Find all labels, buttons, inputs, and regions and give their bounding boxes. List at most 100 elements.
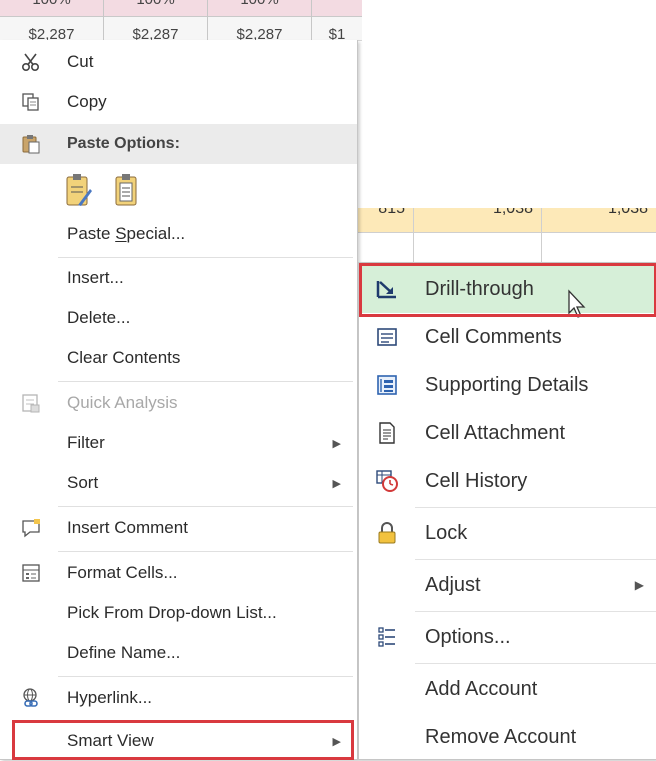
menu-item-delete[interactable]: Delete... <box>0 298 357 338</box>
sheet-cell[interactable]: $1 <box>312 0 362 40</box>
menu-item-insert-comment[interactable]: Insert Comment <box>0 508 357 548</box>
menu-item-label: Pick From Drop-down List... <box>67 603 277 622</box>
copy-icon <box>20 91 42 113</box>
menu-item-cut[interactable]: Cut <box>0 42 357 82</box>
menu-item-adjust[interactable]: Adjust ▶ <box>359 561 656 609</box>
drill-through-icon <box>375 277 399 301</box>
menu-item-format-cells[interactable]: Format Cells... <box>0 553 357 593</box>
menu-separator <box>415 663 656 664</box>
menu-item-cell-comments[interactable]: Cell Comments <box>359 313 656 361</box>
menu-item-label: Cell Attachment <box>425 421 566 444</box>
menu-item-label: Insert Comment <box>67 518 188 537</box>
scissors-icon <box>20 51 42 73</box>
menu-item-label: Lock <box>425 521 468 544</box>
cell-value: 1,038 <box>607 208 648 217</box>
format-cells-icon <box>20 562 42 584</box>
attachment-document-icon <box>375 421 399 445</box>
cell-value: 815 <box>378 208 405 217</box>
menu-item-label: Cell History <box>425 469 528 492</box>
menu-item-label: Quick Analysis <box>67 393 178 412</box>
cell-history-icon <box>375 469 399 493</box>
options-list-icon <box>375 625 399 649</box>
menu-item-insert[interactable]: Insert... <box>0 258 357 298</box>
menu-separator <box>58 551 353 552</box>
sheet-cell[interactable]: 1,038 <box>542 208 656 264</box>
menu-item-hyperlink[interactable]: Hyperlink... <box>0 678 357 718</box>
menu-item-clear-contents[interactable]: Clear Contents <box>0 338 357 378</box>
menu-item-options[interactable]: Options... <box>359 613 656 661</box>
menu-item-label: Paste Special... <box>67 224 186 243</box>
submenu-arrow-icon: ▶ <box>332 477 341 490</box>
cell-value: $2,287 <box>28 26 75 41</box>
hyperlink-icon <box>20 687 42 709</box>
menu-item-drill-through[interactable]: Drill-through <box>359 265 656 318</box>
menu-item-label: Options... <box>425 625 511 648</box>
sheet-cell[interactable]: 100% $2,287 <box>104 0 208 40</box>
menu-item-label: Remove Account <box>425 725 577 748</box>
menu-item-label: Adjust <box>425 573 481 596</box>
menu-item-sort[interactable]: Sort ▶ <box>0 463 357 503</box>
lock-icon <box>375 521 399 545</box>
menu-separator <box>415 507 656 508</box>
menu-item-paste-special[interactable]: Paste Special... <box>0 214 357 254</box>
sheet-cell[interactable]: 100% $2,287 <box>0 0 104 40</box>
menu-separator <box>415 611 656 612</box>
sheet-cell[interactable]: 815 <box>358 208 414 264</box>
menu-item-label: Insert... <box>67 268 124 287</box>
menu-item-label: Clear Contents <box>67 348 181 367</box>
menu-item-define-name[interactable]: Define Name... <box>0 633 357 673</box>
menu-item-label: Smart View <box>67 731 154 750</box>
menu-item-lock[interactable]: Lock <box>359 509 656 557</box>
menu-item-label: Define Name... <box>67 643 181 662</box>
submenu-arrow-icon: ▶ <box>634 578 644 592</box>
comment-icon <box>20 517 42 539</box>
sheet-cell[interactable]: 100% $2,287 <box>208 0 312 40</box>
cell-value: $1 <box>328 26 346 41</box>
submenu-arrow-icon: ▶ <box>332 735 341 748</box>
menu-item-pick-from-dropdown[interactable]: Pick From Drop-down List... <box>0 593 357 633</box>
menu-item-cell-attachment[interactable]: Cell Attachment <box>359 409 656 457</box>
menu-item-supporting-details[interactable]: Supporting Details <box>359 361 656 409</box>
paste-options-header: Paste Options: <box>0 124 357 164</box>
menu-item-label: Cell Comments <box>425 325 562 348</box>
menu-item-label: Filter <box>67 433 105 452</box>
spreadsheet-background-top: 100% $2,287 100% $2,287 100% $2,287 $1 <box>0 0 362 41</box>
menu-item-label: Copy <box>67 92 107 111</box>
cell-value: $2,287 <box>132 26 179 41</box>
cell-value: $2,287 <box>236 26 283 41</box>
cell-value: 100% <box>208 0 311 8</box>
paste-keep-formatting-icon[interactable] <box>64 171 94 211</box>
menu-item-cell-history[interactable]: Cell History <box>359 457 656 505</box>
spreadsheet-background-mid: 815 1,038 1,038 <box>358 208 656 264</box>
comments-icon <box>375 325 399 349</box>
cell-value: 100% <box>0 0 103 8</box>
sheet-cell[interactable]: 1,038 <box>414 208 542 264</box>
menu-item-quick-analysis: Quick Analysis <box>0 383 357 423</box>
menu-item-label: Supporting Details <box>425 373 589 396</box>
menu-item-smart-view[interactable]: Smart View ▶ <box>0 721 357 761</box>
menu-separator <box>58 676 353 677</box>
menu-item-filter[interactable]: Filter ▶ <box>0 423 357 463</box>
menu-separator <box>58 506 353 507</box>
smart-view-submenu: Drill-through Cell Comments Supporting D… <box>358 262 656 760</box>
menu-item-label: Cut <box>67 52 94 71</box>
supporting-details-icon <box>375 373 399 397</box>
menu-item-label: Drill-through <box>425 277 534 300</box>
clipboard-icon <box>20 133 42 155</box>
menu-item-label: Hyperlink... <box>67 688 153 707</box>
submenu-arrow-icon: ▶ <box>332 437 341 450</box>
paste-option-buttons <box>0 166 357 216</box>
menu-separator <box>415 559 656 560</box>
menu-item-copy[interactable]: Copy <box>0 82 357 122</box>
cell-value: 100% <box>104 0 207 8</box>
menu-item-remove-account[interactable]: Remove Account <box>359 713 656 761</box>
menu-item-add-account[interactable]: Add Account <box>359 665 656 713</box>
menu-item-label: Delete... <box>67 308 131 327</box>
menu-item-label: Add Account <box>425 677 538 700</box>
menu-header-label: Paste Options: <box>67 135 180 152</box>
menu-separator <box>58 381 353 382</box>
menu-item-label: Format Cells... <box>67 563 178 582</box>
paste-icon[interactable] <box>112 171 142 211</box>
menu-item-label: Sort <box>67 473 99 492</box>
cell-value: 1,038 <box>492 208 533 217</box>
